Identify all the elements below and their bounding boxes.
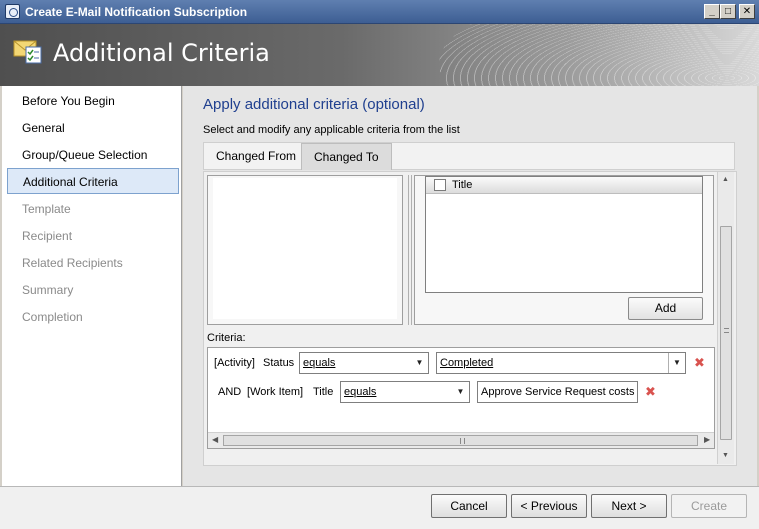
scroll-thumb[interactable] (720, 226, 732, 440)
nav-item-before-you-begin[interactable]: Before You Begin (7, 88, 179, 114)
remove-criteria-icon[interactable]: ✖ (694, 355, 705, 371)
pane-splitter[interactable] (408, 175, 412, 325)
cancel-button[interactable]: Cancel (431, 494, 507, 518)
scroll-down-icon[interactable]: ▼ (722, 452, 729, 459)
class-tree-pane (207, 175, 403, 325)
criteria-editor: [Activity] Status equals ▼ Completed ▼ ✖… (207, 347, 715, 449)
header-banner: Additional Criteria (0, 24, 759, 86)
remove-criteria-icon[interactable]: ✖ (645, 384, 656, 400)
title-checkbox[interactable] (434, 179, 446, 191)
section-description: Select and modify any applicable criteri… (203, 124, 460, 136)
scroll-right-icon[interactable]: ▶ (704, 435, 710, 444)
value-combobox[interactable]: Completed ▼ (436, 352, 686, 374)
class-tree[interactable] (213, 178, 397, 319)
page-title: Additional Criteria (53, 39, 270, 67)
maximize-button[interactable]: □ (720, 4, 736, 19)
close-button[interactable]: ✕ (739, 4, 755, 19)
scroll-up-icon[interactable]: ▲ (722, 176, 729, 183)
criteria-property-label: Title (313, 386, 334, 398)
property-pane: Title Add (414, 175, 714, 325)
property-list[interactable]: Title (425, 176, 703, 293)
mail-checklist-icon (13, 40, 42, 64)
add-button[interactable]: Add (628, 297, 703, 320)
criteria-class-label: [Activity] (214, 357, 255, 369)
previous-button[interactable]: < Previous (511, 494, 587, 518)
grip-icon (460, 438, 465, 444)
wizard-steps-nav: Before You Begin General Group/Queue Sel… (2, 86, 182, 486)
list-item[interactable]: Title (426, 177, 702, 194)
tab-changed-to[interactable]: Changed To (301, 143, 392, 176)
nav-item-template: Template (22, 202, 71, 216)
operator-select[interactable]: equals ▼ (340, 381, 470, 403)
app-icon (5, 4, 20, 19)
scroll-thumb[interactable] (223, 435, 698, 446)
nav-item-additional-criteria[interactable]: Additional Criteria (7, 168, 179, 194)
main-panel: Apply additional criteria (optional) Sel… (183, 86, 757, 486)
chevron-down-icon[interactable]: ▼ (668, 353, 685, 373)
nav-item-group-queue-selection[interactable]: Group/Queue Selection (7, 142, 179, 168)
minimize-button[interactable]: _ (704, 4, 720, 19)
property-label: Title (452, 179, 473, 191)
scroll-left-icon[interactable]: ◀ (212, 435, 218, 444)
grip-icon (724, 328, 729, 333)
window-title-bar[interactable]: Create E-Mail Notification Subscription … (0, 0, 759, 24)
horizontal-scrollbar[interactable]: ◀ ▶ (208, 432, 714, 448)
value-input[interactable]: Approve Service Request costs (477, 381, 638, 403)
wizard-footer: Cancel < Previous Next > Create (0, 486, 759, 529)
chevron-down-icon[interactable]: ▼ (411, 353, 428, 373)
criteria-class-label: [Work Item] (247, 386, 304, 398)
tab-changed-from[interactable]: Changed From (204, 143, 308, 170)
nav-item-completion: Completion (22, 310, 83, 324)
nav-item-related-recipients: Related Recipients (22, 256, 123, 270)
operator-select[interactable]: equals ▼ (299, 352, 429, 374)
chevron-down-icon[interactable]: ▼ (452, 382, 469, 402)
nav-item-general[interactable]: General (7, 115, 179, 141)
criteria-label: Criteria: (207, 332, 246, 344)
nav-item-summary: Summary (22, 283, 74, 297)
window-title: Create E-Mail Notification Subscription (25, 5, 248, 19)
create-button: Create (671, 494, 747, 518)
banner-wave-decoration (439, 24, 759, 86)
vertical-scrollbar[interactable]: ▲ ▼ (717, 172, 734, 464)
nav-item-recipient: Recipient (22, 229, 73, 243)
criteria-conjunction: AND (218, 386, 242, 398)
criteria-property-label: Status (263, 357, 295, 369)
criteria-tabs: Changed From Changed To (203, 142, 735, 176)
tab-content: Title Add ▲ ▼ Criteria: [Activity] Statu… (203, 171, 737, 466)
next-button[interactable]: Next > (591, 494, 667, 518)
section-heading: Apply additional criteria (optional) (203, 96, 425, 113)
